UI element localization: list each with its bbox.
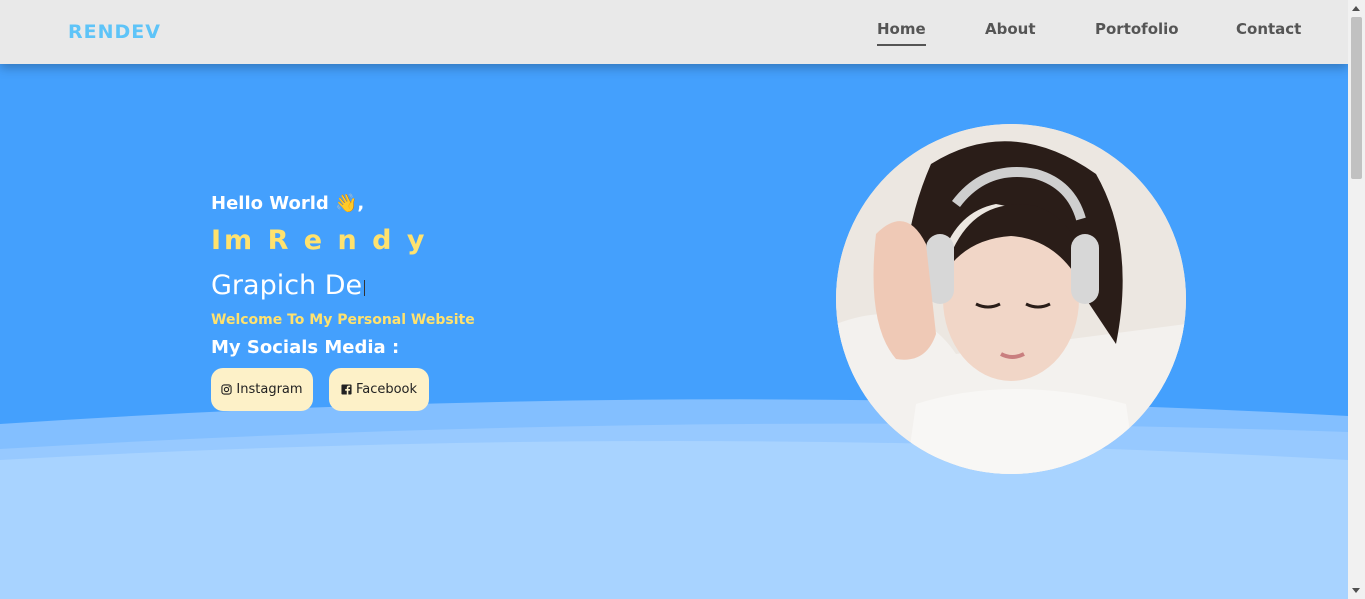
- scroll-thumb[interactable]: [1351, 17, 1362, 179]
- nav-about[interactable]: About: [985, 20, 1036, 44]
- socials-title: My Socials Media :: [211, 337, 400, 358]
- name-heading: Im R e n d y: [211, 225, 428, 256]
- vertical-scrollbar[interactable]: [1348, 0, 1365, 599]
- scroll-down-arrow-icon[interactable]: [1352, 588, 1360, 593]
- scroll-up-arrow-icon[interactable]: [1352, 6, 1360, 11]
- typing-cursor: [364, 280, 366, 296]
- brand-logo[interactable]: RENDEV: [68, 21, 161, 43]
- nav-home[interactable]: Home: [877, 20, 926, 46]
- profile-photo: [836, 124, 1186, 474]
- greeting-text: Hello World 👋,: [211, 193, 365, 214]
- nav-portofolio[interactable]: Portofolio: [1095, 20, 1179, 44]
- nav-contact[interactable]: Contact: [1236, 20, 1301, 44]
- welcome-text: Welcome To My Personal Website: [211, 312, 475, 328]
- instagram-label: Instagram: [236, 382, 303, 397]
- instagram-icon: [221, 384, 233, 395]
- navbar: RENDEV Home About Portofolio Contact: [0, 0, 1348, 64]
- typed-role-text: Grapich De: [211, 270, 363, 301]
- instagram-button[interactable]: Instagram: [211, 368, 313, 411]
- facebook-label: Facebook: [355, 382, 418, 397]
- typed-role: Grapich De: [211, 270, 366, 301]
- facebook-button[interactable]: Facebook: [329, 368, 429, 411]
- facebook-icon: [341, 384, 352, 395]
